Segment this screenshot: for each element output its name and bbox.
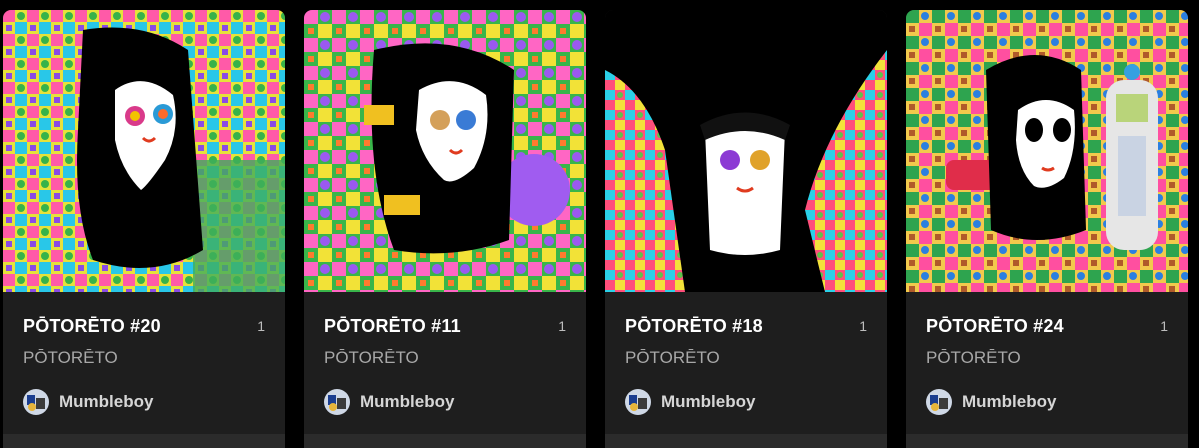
creator-avatar-icon bbox=[625, 389, 651, 415]
creator-name: Mumbleboy bbox=[59, 392, 154, 411]
creator-row[interactable]: Mumbleboy bbox=[324, 388, 454, 416]
card-footer bbox=[304, 434, 586, 448]
creator-avatar-icon bbox=[23, 389, 49, 415]
artwork-image[interactable] bbox=[906, 10, 1188, 292]
creator-row[interactable]: Mumbleboy bbox=[625, 388, 755, 416]
creator-avatar-icon bbox=[926, 389, 952, 415]
artwork-image[interactable] bbox=[605, 10, 887, 292]
edition-count: 1 bbox=[558, 318, 566, 334]
nft-card[interactable]: PŌTORĒTO #20 1 PŌTORĒTO Mumbleboy bbox=[3, 10, 285, 448]
card-footer bbox=[906, 434, 1188, 448]
creator-name: Mumbleboy bbox=[962, 392, 1057, 411]
collection-name[interactable]: PŌTORĒTO bbox=[23, 348, 118, 368]
nft-card[interactable]: PŌTORĒTO #11 1 PŌTORĒTO Mumbleboy bbox=[304, 10, 586, 448]
card-title[interactable]: PŌTORĒTO #20 bbox=[23, 316, 161, 337]
edition-count: 1 bbox=[859, 318, 867, 334]
card-title[interactable]: PŌTORĒTO #11 bbox=[324, 316, 461, 337]
card-title[interactable]: PŌTORĒTO #18 bbox=[625, 316, 763, 337]
creator-name: Mumbleboy bbox=[661, 392, 756, 411]
card-footer bbox=[3, 434, 285, 448]
card-footer bbox=[605, 434, 887, 448]
card-title[interactable]: PŌTORĒTO #24 bbox=[926, 316, 1064, 337]
collection-name[interactable]: PŌTORĒTO bbox=[926, 348, 1021, 368]
nft-card-grid: PŌTORĒTO #20 1 PŌTORĒTO Mumbleboy PŌTORĒ… bbox=[0, 0, 1199, 448]
creator-row[interactable]: Mumbleboy bbox=[926, 388, 1056, 416]
creator-name: Mumbleboy bbox=[360, 392, 455, 411]
nft-card[interactable]: PŌTORĒTO #18 1 PŌTORĒTO Mumbleboy bbox=[605, 10, 887, 448]
artwork-image[interactable] bbox=[304, 10, 586, 292]
collection-name[interactable]: PŌTORĒTO bbox=[324, 348, 419, 368]
edition-count: 1 bbox=[1160, 318, 1168, 334]
artwork-image[interactable] bbox=[3, 10, 285, 292]
creator-row[interactable]: Mumbleboy bbox=[23, 388, 153, 416]
collection-name[interactable]: PŌTORĒTO bbox=[625, 348, 720, 368]
nft-card[interactable]: PŌTORĒTO #24 1 PŌTORĒTO Mumbleboy bbox=[906, 10, 1188, 448]
creator-avatar-icon bbox=[324, 389, 350, 415]
edition-count: 1 bbox=[257, 318, 265, 334]
